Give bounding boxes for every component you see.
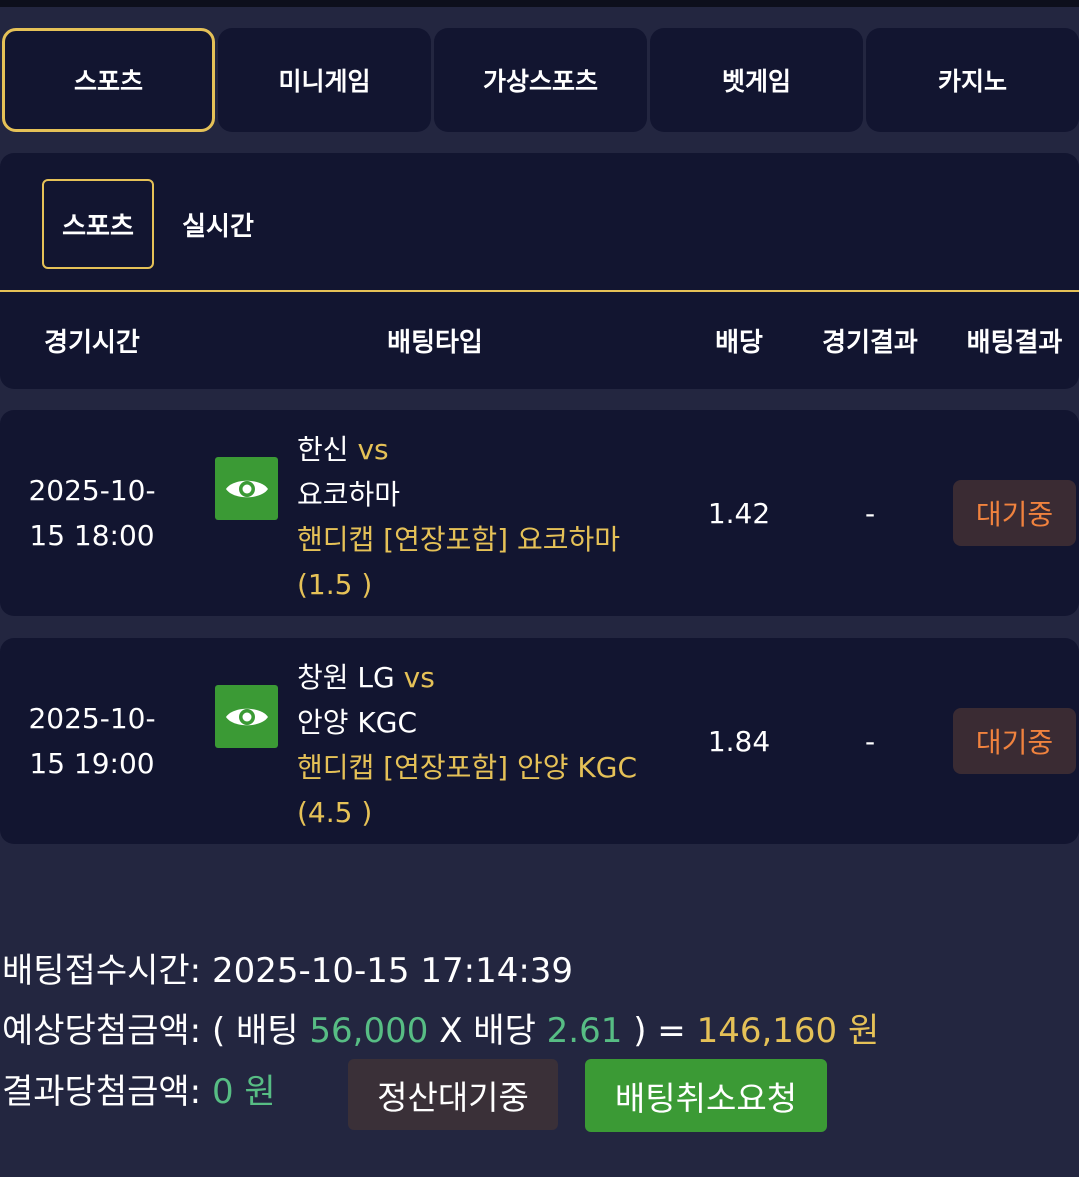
settle-pending-button[interactable]: 정산대기중 xyxy=(348,1059,558,1130)
bet-market: 핸디캡 [연장포함] 안양 KGC (4.5 ) xyxy=(297,751,637,829)
eye-icon xyxy=(225,480,268,497)
game-result: - xyxy=(864,724,876,758)
bet-market: 핸디캡 [연장포함] 요코하마 (1.5 ) xyxy=(297,523,621,601)
sub-tab-sports[interactable]: 스포츠 xyxy=(42,179,154,269)
game-result: - xyxy=(864,496,876,530)
view-detail-button[interactable] xyxy=(215,685,278,748)
tab-minigame[interactable]: 미니게임 xyxy=(218,28,431,132)
result-label: 결과당첨금액: xyxy=(2,1072,202,1112)
expected-mid: X 배당 xyxy=(439,1011,536,1051)
status-badge: 대기중 xyxy=(953,480,1076,546)
received-value: 2025-10-15 17:14:39 xyxy=(211,951,574,991)
total-odds: 2.61 xyxy=(546,1011,623,1051)
header-odds: 배당 xyxy=(715,328,763,358)
result-value: 0 원 xyxy=(211,1072,276,1112)
tab-virtual-sports[interactable]: 가상스포츠 xyxy=(434,28,647,132)
expected-open: ( 배팅 xyxy=(211,1011,299,1051)
main-category-tabs: 스포츠 미니게임 가상스포츠 벳게임 카지노 xyxy=(0,28,1079,132)
tab-betgame[interactable]: 벳게임 xyxy=(650,28,863,132)
match-time: 2025-10-15 19:00 xyxy=(28,702,156,780)
vs-label: vs xyxy=(403,661,435,694)
expected-win-amount: 146,160 원 xyxy=(696,1011,880,1051)
top-status-strip xyxy=(0,0,1079,7)
eye-icon xyxy=(225,708,268,725)
match-time: 2025-10-15 18:00 xyxy=(28,474,156,552)
table-row: 2025-10-15 19:00 창원 LG vs 안양 KGC 핸디캡 [연장… xyxy=(0,638,1079,844)
bet-received-time: 배팅접수시간: 2025-10-15 17:14:39 xyxy=(2,945,573,997)
bet-info: 창원 LG vs 안양 KGC 핸디캡 [연장포함] 안양 KGC (4.5 ) xyxy=(297,655,677,835)
sub-tabs-panel: 스포츠 실시간 xyxy=(0,153,1079,290)
home-team: 한신 xyxy=(297,433,349,466)
status-badge: 대기중 xyxy=(953,708,1076,774)
header-time: 경기시간 xyxy=(44,328,140,358)
view-detail-button[interactable] xyxy=(215,457,278,520)
sub-tab-live[interactable]: 실시간 xyxy=(166,179,270,269)
cancel-bet-request-button[interactable]: 배팅취소요청 xyxy=(585,1059,827,1132)
expected-winnings: 예상당첨금액: ( 배팅 56,000 X 배당 2.61 ) = 146,16… xyxy=(2,1005,879,1057)
table-row: 2025-10-15 18:00 한신 vs 요코하마 핸디캡 [연장포함] 요… xyxy=(0,410,1079,616)
vs-label: vs xyxy=(357,433,389,466)
odds-value: 1.84 xyxy=(707,724,771,758)
expected-close: ) = xyxy=(633,1011,686,1051)
match-teams: 한신 vs xyxy=(297,427,677,472)
result-winnings: 결과당첨금액: 0 원 xyxy=(2,1066,276,1118)
odds-value: 1.42 xyxy=(707,496,771,530)
tab-casino[interactable]: 카지노 xyxy=(866,28,1079,132)
header-game-result: 경기결과 xyxy=(822,328,918,358)
match-teams: 창원 LG vs xyxy=(297,655,677,700)
away-team: 안양 KGC xyxy=(297,706,418,739)
bet-amount: 56,000 xyxy=(309,1011,429,1051)
home-team: 창원 LG xyxy=(297,661,395,694)
header-bet-type: 배팅타입 xyxy=(387,328,483,358)
header-bet-result: 배팅결과 xyxy=(966,328,1063,358)
tab-sports[interactable]: 스포츠 xyxy=(2,28,215,132)
table-header: 경기시간 배팅타입 배당 경기결과 배팅결과 xyxy=(0,292,1079,389)
bet-info: 한신 vs 요코하마 핸디캡 [연장포함] 요코하마 (1.5 ) xyxy=(297,427,677,607)
received-label: 배팅접수시간: xyxy=(2,951,202,991)
expected-label: 예상당첨금액: xyxy=(2,1011,202,1051)
away-team: 요코하마 xyxy=(297,478,401,511)
